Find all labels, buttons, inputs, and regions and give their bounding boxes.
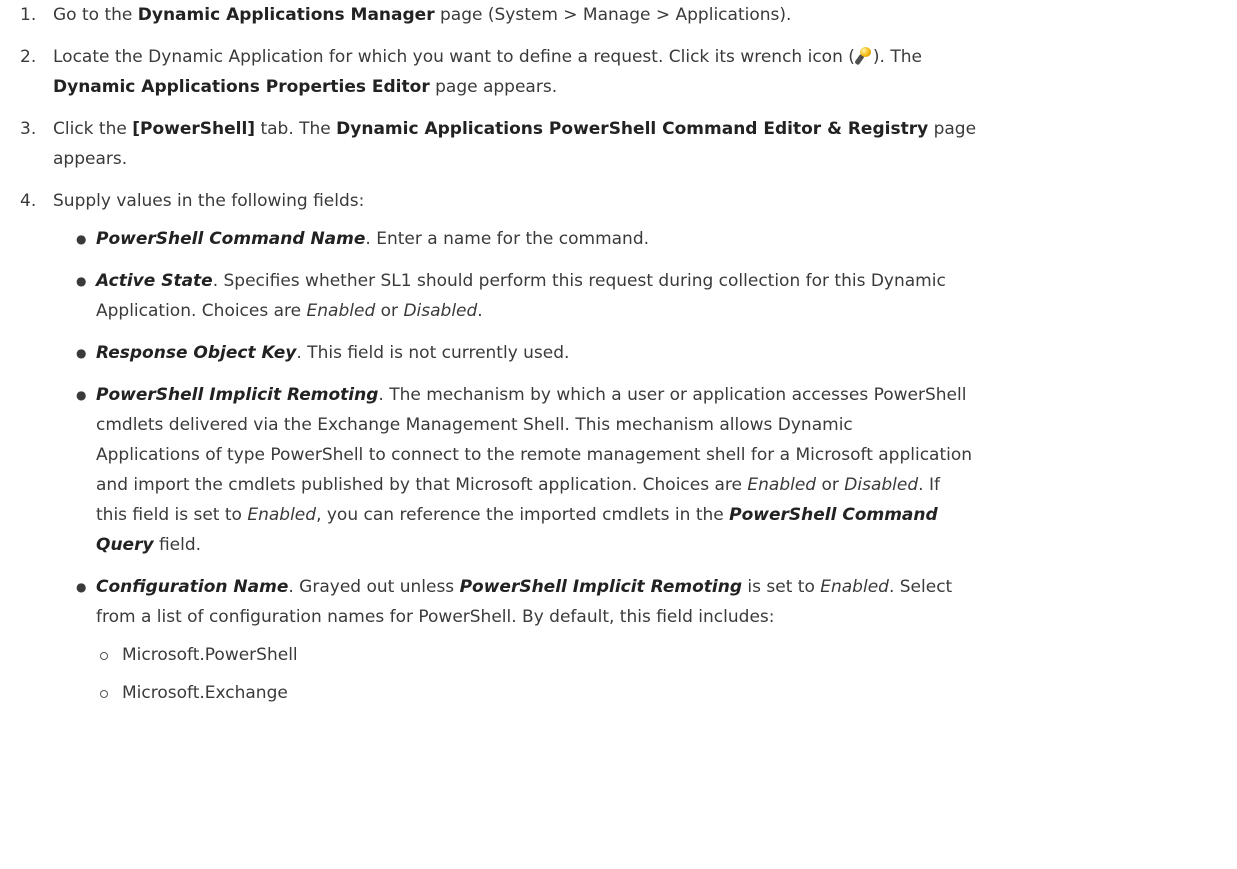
- circle-bullet-icon: [100, 690, 108, 698]
- step-number: 4.: [20, 191, 37, 211]
- bullet-icon: ●: [76, 388, 87, 402]
- field-reference: Query: [96, 535, 154, 555]
- step-2: 2. Locate the Dynamic Application for wh…: [12, 42, 1225, 102]
- step-number: 3.: [20, 119, 37, 139]
- field-item: ● PowerShell Command Name. Enter a name …: [12, 224, 1225, 254]
- field-list: ● PowerShell Command Name. Enter a name …: [12, 224, 1225, 708]
- page-name: Dynamic Applications Manager: [137, 5, 435, 25]
- step-1: 1. Go to the Dynamic Applications Manage…: [12, 0, 1225, 30]
- bullet-icon: ●: [76, 580, 87, 594]
- field-item: ● Response Object Key. This field is not…: [12, 338, 1225, 368]
- field-name: Configuration Name: [96, 577, 289, 597]
- step-number: 1.: [20, 5, 37, 25]
- config-name-list: Microsoft.PowerShell Microsoft.Exchange: [96, 640, 1225, 708]
- step-3: 3. Click the [PowerShell] tab. The Dynam…: [12, 114, 1225, 174]
- field-name: Active State: [96, 271, 213, 291]
- page-name: Dynamic Applications Properties Editor: [53, 77, 430, 97]
- procedure: 1. Go to the Dynamic Applications Manage…: [0, 0, 1237, 708]
- tab-name: [PowerShell]: [132, 119, 256, 139]
- step-number: 2.: [20, 47, 37, 67]
- field-reference: PowerShell Command: [729, 505, 938, 525]
- list-item: Microsoft.Exchange: [96, 678, 1225, 708]
- list-item: Microsoft.PowerShell: [96, 640, 1225, 670]
- field-name: PowerShell Command Name: [96, 229, 366, 249]
- circle-bullet-icon: [100, 652, 108, 660]
- page-name: Dynamic Applications PowerShell Command …: [336, 119, 929, 139]
- field-name: Response Object Key: [96, 343, 297, 363]
- bullet-icon: ●: [76, 346, 87, 360]
- field-item: ● PowerShell Implicit Remoting. The mech…: [12, 380, 1225, 560]
- field-item: ● Active State. Specifies whether SL1 sh…: [12, 266, 1225, 326]
- field-reference: PowerShell Implicit Remoting: [459, 577, 742, 597]
- wrench-icon: [854, 47, 872, 66]
- bullet-icon: ●: [76, 232, 87, 246]
- step-4: 4. Supply values in the following fields…: [12, 186, 1225, 216]
- field-name: PowerShell Implicit Remoting: [96, 385, 379, 405]
- field-item: ● Configuration Name. Grayed out unless …: [12, 572, 1225, 708]
- bullet-icon: ●: [76, 274, 87, 288]
